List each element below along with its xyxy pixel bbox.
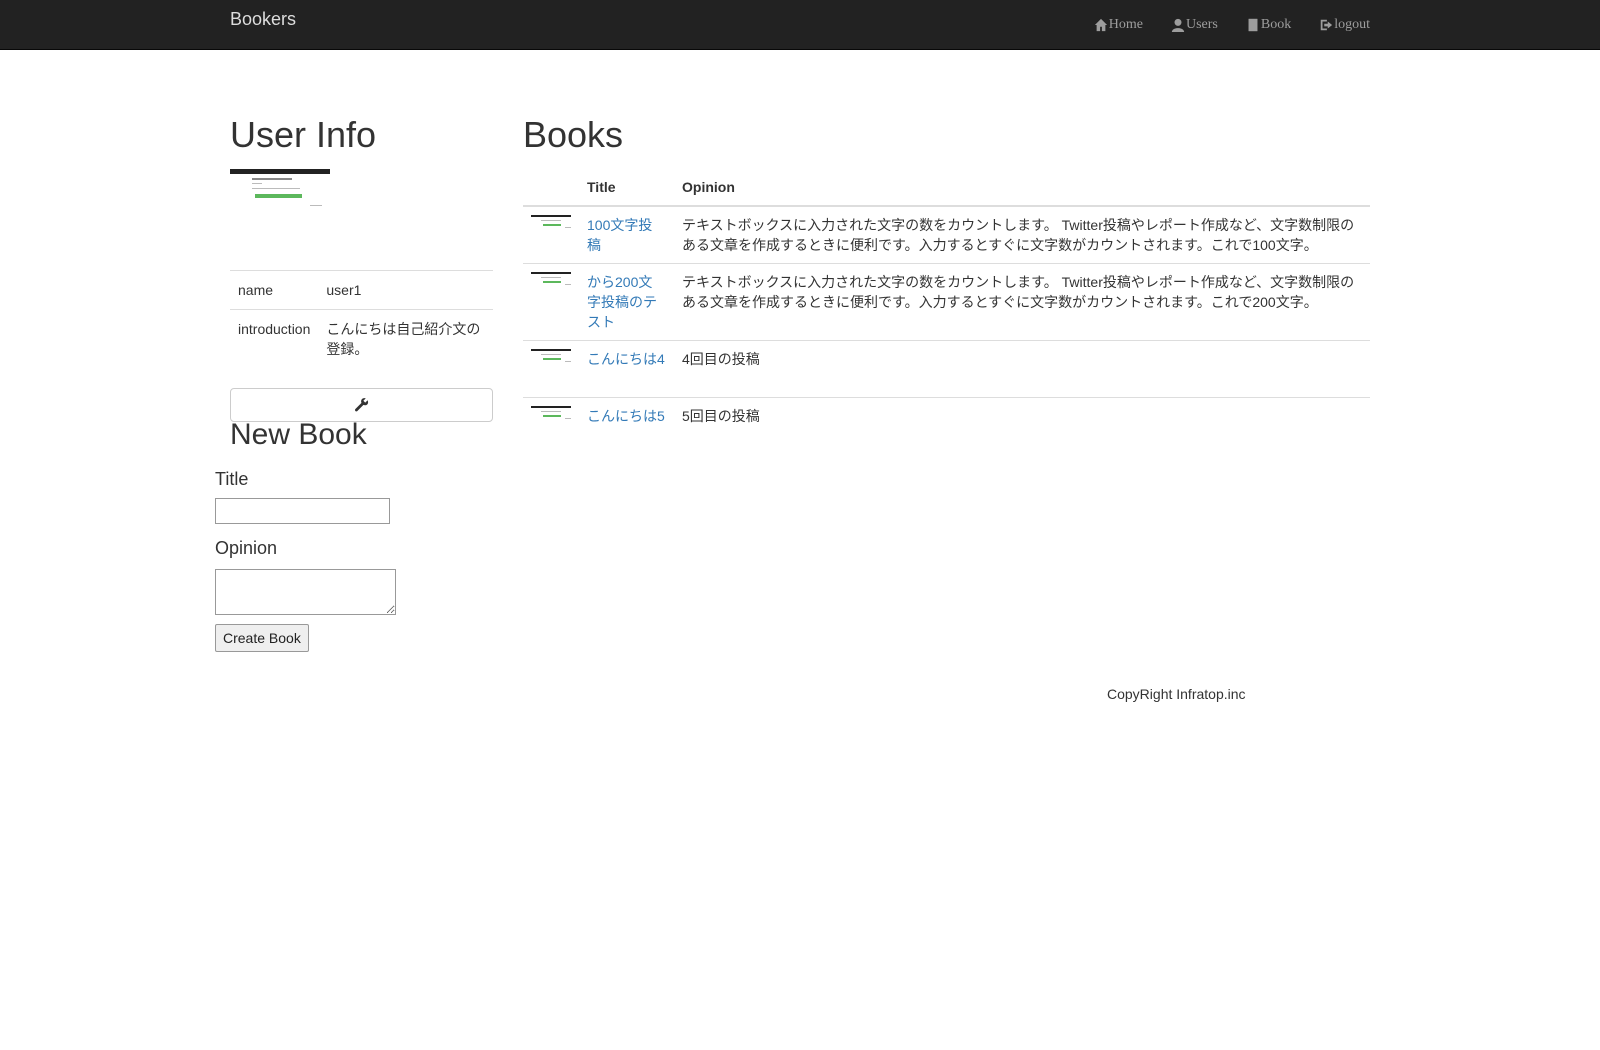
table-row: こんにちは4 4回目の投稿 xyxy=(523,339,1370,398)
nav-item-label: logout xyxy=(1334,17,1370,32)
book-icon xyxy=(1248,18,1258,32)
nav-item-users[interactable]: Users xyxy=(1171,17,1218,33)
book-thumbnail[interactable] xyxy=(531,271,571,286)
book-title-cell: こんにちは5 xyxy=(579,396,674,434)
column-header-title: Title xyxy=(579,168,674,207)
column-header-opinion: Opinion xyxy=(674,168,1370,207)
edit-profile-button[interactable] xyxy=(230,387,493,422)
table-row: introduction こんにちは自己紹介文の登録。 xyxy=(230,308,493,368)
table-row: こんにちは5 5回目の投稿 xyxy=(523,396,1370,434)
books-heading: Books xyxy=(523,114,624,155)
navbar: Bookers Home Users Book logout xyxy=(0,0,1600,50)
book-thumbnail[interactable] xyxy=(531,214,571,229)
home-icon xyxy=(1094,18,1107,32)
table-row: から200文字投稿のテスト テキストボックスに入力された文字の数をカウントします… xyxy=(523,262,1370,341)
wrench-icon xyxy=(354,398,369,412)
user-info-table: name user1 introduction こんにちは自己紹介文の登録。 xyxy=(230,269,493,368)
book-title-link[interactable]: こんにちは5 xyxy=(587,408,665,424)
user-info-heading: User Info xyxy=(230,114,377,155)
opinion-label: Opinion xyxy=(215,538,278,558)
book-title-cell: こんにちは4 xyxy=(579,339,674,398)
nav-item-label: Users xyxy=(1185,17,1218,32)
brand-logo[interactable]: Bookers xyxy=(230,9,296,30)
nav-item-book[interactable]: Book xyxy=(1246,17,1291,33)
title-input[interactable] xyxy=(215,498,390,524)
nav-menu: Home Users Book logout xyxy=(1094,17,1370,33)
nav-item-label: Home xyxy=(1108,17,1143,32)
book-title-link[interactable]: 100文字投稿 xyxy=(587,217,652,253)
book-opinion: 4回目の投稿 xyxy=(674,339,1370,398)
column-header-image xyxy=(523,168,579,207)
books-table: Title Opinion 100文字投稿 テキストボックスに入力された文字の数… xyxy=(523,168,1370,434)
book-opinion: 5回目の投稿 xyxy=(674,396,1370,434)
book-opinion: テキストボックスに入力された文字の数をカウントします。 Twitter投稿やレポ… xyxy=(674,205,1370,264)
book-image-cell xyxy=(523,262,579,341)
book-image-cell xyxy=(523,205,579,264)
footer-copyright: CopyRight Infratop.inc xyxy=(1107,686,1246,702)
book-image-cell xyxy=(523,339,579,398)
nav-item-logout[interactable]: logout xyxy=(1319,17,1370,33)
new-book-heading: New Book xyxy=(230,418,367,451)
books-panel: Books Title Opinion 100文字投稿 テキストボックスに入力さ… xyxy=(523,115,1370,434)
book-title-link[interactable]: から200文字投稿のテスト xyxy=(587,274,657,330)
table-header-row: Title Opinion xyxy=(523,168,1370,207)
table-row: 100文字投稿 テキストボックスに入力された文字の数をカウントします。 Twit… xyxy=(523,205,1370,264)
book-title-link[interactable]: こんにちは4 xyxy=(587,351,665,367)
new-book-form: New Book Title Opinion Create Book xyxy=(215,418,515,652)
nav-item-home[interactable]: Home xyxy=(1094,17,1143,33)
table-row: name user1 xyxy=(230,269,493,310)
user-icon xyxy=(1171,18,1185,32)
book-image-cell xyxy=(523,396,579,434)
create-book-button[interactable]: Create Book xyxy=(215,624,309,652)
opinion-input[interactable] xyxy=(215,569,396,615)
user-info-panel: User Info name user1 introduction こんにちは自… xyxy=(230,115,493,422)
info-key-introduction: introduction xyxy=(230,308,319,368)
book-title-cell: から200文字投稿のテスト xyxy=(579,262,674,341)
nav-item-label: Book xyxy=(1260,17,1292,32)
book-opinion: テキストボックスに入力された文字の数をカウントします。 Twitter投稿やレポ… xyxy=(674,262,1370,341)
title-label: Title xyxy=(215,469,249,489)
info-value-name: user1 xyxy=(318,269,493,310)
profile-image xyxy=(230,168,330,212)
info-key-name: name xyxy=(230,269,319,310)
logout-icon xyxy=(1320,19,1333,31)
book-title-cell: 100文字投稿 xyxy=(579,205,674,264)
info-value-introduction: こんにちは自己紹介文の登録。 xyxy=(318,308,493,368)
book-thumbnail[interactable] xyxy=(531,405,571,420)
book-thumbnail[interactable] xyxy=(531,348,571,363)
